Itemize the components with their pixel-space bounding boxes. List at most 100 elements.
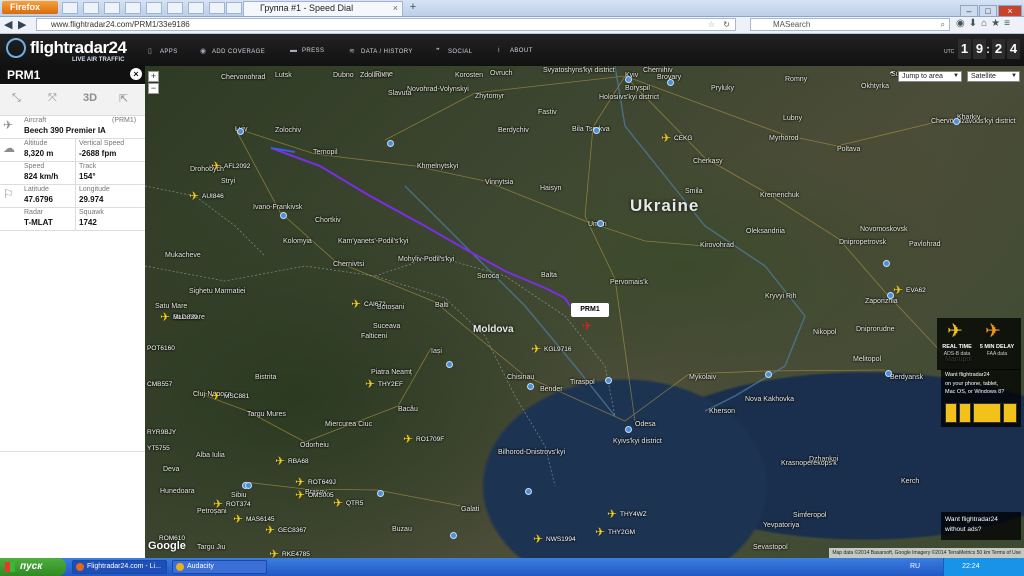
- app-tab[interactable]: [188, 2, 204, 14]
- city-marker-icon[interactable]: [953, 118, 960, 125]
- city-marker-icon[interactable]: [625, 426, 632, 433]
- forward-arrow-icon[interactable]: ▶: [18, 18, 26, 31]
- flight-callsign-label[interactable]: AFL2092: [224, 163, 250, 170]
- taskbar-item-audacity[interactable]: Audacity: [172, 560, 267, 574]
- flight-callsign-label[interactable]: QTR5: [346, 500, 363, 507]
- airplane-icon[interactable]: ✈: [295, 476, 305, 488]
- flight-callsign-label[interactable]: ROT649J: [308, 479, 336, 486]
- airplane-icon[interactable]: ✈: [893, 284, 903, 296]
- start-button[interactable]: пуск: [0, 558, 66, 576]
- flight-callsign-label[interactable]: THY2EF: [378, 381, 403, 388]
- airplane-icon[interactable]: ✈: [213, 498, 223, 510]
- city-marker-icon[interactable]: [667, 79, 674, 86]
- app-tab[interactable]: [167, 2, 183, 14]
- flight-callsign-label[interactable]: RO1709F: [416, 436, 444, 443]
- flight-callsign-label[interactable]: EVA62: [906, 287, 926, 294]
- menu-icon[interactable]: ≡: [1004, 18, 1014, 29]
- globe-icon[interactable]: ◉: [956, 18, 969, 29]
- airplane-icon[interactable]: ✈: [607, 508, 617, 520]
- city-marker-icon[interactable]: [885, 370, 892, 377]
- language-indicator[interactable]: RU: [910, 563, 920, 570]
- flight-callsign-label[interactable]: YT5755: [147, 445, 170, 452]
- jump-to-area-select[interactable]: Jump to area ▼: [898, 71, 962, 82]
- view-3d-button[interactable]: 3D: [83, 92, 97, 104]
- flight-callsign-label[interactable]: KGL9716: [544, 346, 571, 353]
- app-tab[interactable]: [104, 2, 120, 14]
- airplane-icon[interactable]: ✈: [211, 160, 221, 172]
- city-marker-icon[interactable]: [525, 488, 532, 495]
- flight-callsign-label[interactable]: THY4WZ: [620, 511, 647, 518]
- city-marker-icon[interactable]: [446, 361, 453, 368]
- city-marker-icon[interactable]: [605, 377, 612, 384]
- flight-callsign-label[interactable]: RYR9BJY: [147, 429, 176, 436]
- zoom-out-button[interactable]: −: [148, 83, 159, 94]
- flight-callsign-label[interactable]: RBA68: [288, 458, 309, 465]
- app-tab[interactable]: [146, 2, 162, 14]
- close-tab-icon[interactable]: ×: [393, 2, 398, 15]
- zoom-in-button[interactable]: +: [148, 71, 159, 82]
- share-icon[interactable]: ⇱: [119, 92, 128, 105]
- airplane-icon[interactable]: ✈: [661, 132, 671, 144]
- airplane-icon[interactable]: ✈: [189, 190, 199, 202]
- collapse-icon[interactable]: ⌃: [888, 70, 896, 81]
- reload-icon[interactable]: ↻: [723, 19, 730, 30]
- tray-clock[interactable]: 22:24: [962, 563, 980, 570]
- city-marker-icon[interactable]: [625, 76, 632, 83]
- bookmarks-icon[interactable]: ★: [991, 18, 1004, 29]
- apps-promo[interactable]: Want flightradar24 on your phone, tablet…: [941, 369, 1021, 427]
- menu-data-history[interactable]: ≋ DATA / HISTORY: [349, 47, 413, 55]
- city-marker-icon[interactable]: [765, 371, 772, 378]
- app-tab[interactable]: [83, 2, 99, 14]
- menu-social[interactable]: ❞ SOCIAL: [436, 47, 472, 55]
- home-icon[interactable]: ⌂: [981, 18, 991, 29]
- app-tab[interactable]: [62, 2, 78, 14]
- city-marker-icon[interactable]: [237, 128, 244, 135]
- shrink-icon[interactable]: ⤧: [48, 92, 57, 105]
- search-bar[interactable]: MASearch ⌕: [750, 18, 950, 31]
- airplane-icon[interactable]: ✈: [365, 378, 375, 390]
- city-marker-icon[interactable]: [450, 532, 457, 539]
- airplane-icon[interactable]: ✈: [403, 433, 413, 445]
- city-marker-icon[interactable]: [883, 260, 890, 267]
- flight-callsign-label[interactable]: THY2GM: [608, 529, 635, 536]
- city-marker-icon[interactable]: [245, 482, 252, 489]
- city-marker-icon[interactable]: [597, 220, 604, 227]
- app-tab[interactable]: [226, 2, 242, 14]
- flight-callsign-label[interactable]: NWS1994: [546, 536, 576, 543]
- address-bar[interactable]: www.flightradar24.com/PRM1/33e9186 ☆ ↻: [36, 18, 736, 31]
- airplane-icon[interactable]: ✈: [595, 526, 605, 538]
- taskbar-item-firefox[interactable]: Flightradar24.com - Li...: [72, 560, 167, 574]
- flight-callsign-label[interactable]: CAI672: [364, 301, 386, 308]
- data-source-legend[interactable]: ✈ ✈ REAL TIME ADS-B data 5 MIN DELAY FAA…: [937, 318, 1021, 370]
- no-ads-promo[interactable]: Want flightradar24 without ads?: [941, 512, 1021, 540]
- flight-callsign-label[interactable]: ROT374: [226, 501, 251, 508]
- airplane-icon[interactable]: ✈: [533, 533, 543, 545]
- flight-callsign-label[interactable]: MSC881: [224, 393, 249, 400]
- airplane-icon[interactable]: ✈: [233, 513, 243, 525]
- selected-flight-label[interactable]: PRM1: [571, 303, 609, 317]
- city-marker-icon[interactable]: [387, 140, 394, 147]
- flight-callsign-label[interactable]: MLD839: [173, 314, 198, 321]
- menu-apps[interactable]: ▯ APPS: [148, 47, 178, 55]
- close-panel-icon[interactable]: ×: [130, 68, 142, 80]
- flight-callsign-label[interactable]: CMB557: [147, 381, 172, 388]
- link-icon[interactable]: ⤡: [12, 92, 21, 105]
- map-type-select[interactable]: Satellite ▼: [967, 71, 1020, 82]
- city-marker-icon[interactable]: [280, 212, 287, 219]
- airplane-icon[interactable]: ✈: [333, 497, 343, 509]
- flight-callsign-label[interactable]: MAS6145: [246, 516, 275, 523]
- download-icon[interactable]: ⬇: [969, 18, 981, 29]
- menu-press[interactable]: ▬ PRESS: [290, 47, 324, 54]
- airplane-icon[interactable]: ✈: [295, 489, 305, 501]
- flightradar24-logo[interactable]: flightradar24 LIVE AIR TRAFFIC: [6, 37, 146, 65]
- airplane-icon[interactable]: ✈: [275, 455, 285, 467]
- new-tab-button[interactable]: +: [406, 2, 420, 14]
- flight-callsign-label[interactable]: RKE4785: [282, 551, 310, 558]
- airplane-icon[interactable]: ✈: [351, 298, 361, 310]
- menu-about[interactable]: i ABOUT: [498, 47, 533, 54]
- app-tab[interactable]: [125, 2, 141, 14]
- firefox-menu-button[interactable]: Firefox: [2, 1, 58, 14]
- search-icon[interactable]: ⌕: [941, 19, 945, 30]
- selected-airplane-icon[interactable]: ✈: [582, 319, 592, 333]
- app-tab[interactable]: [209, 2, 225, 14]
